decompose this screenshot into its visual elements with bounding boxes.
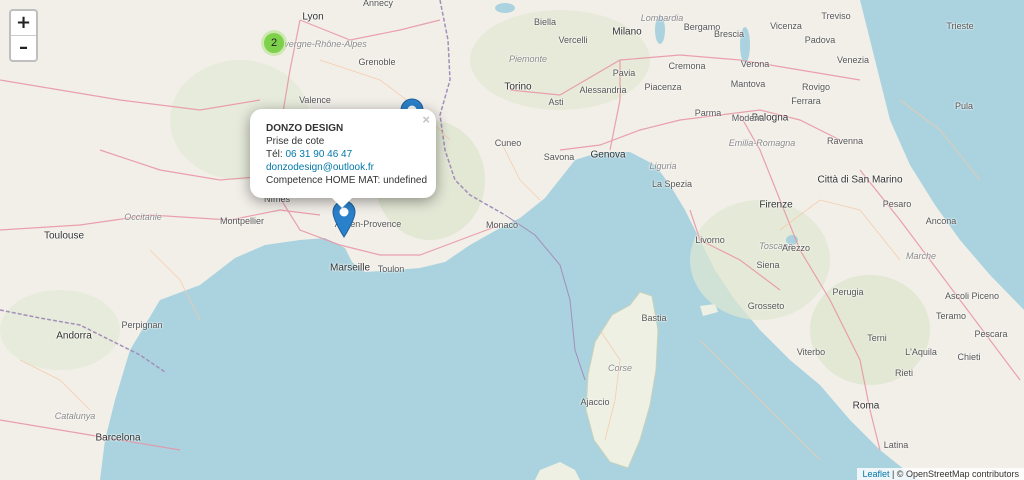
- osm-attribution: | © OpenStreetMap contributors: [889, 469, 1019, 479]
- label-liguria: Liguria: [649, 161, 677, 171]
- label-grenoble: Grenoble: [358, 57, 396, 67]
- label-livorno: Livorno: [695, 235, 725, 245]
- label-asti: Asti: [548, 97, 564, 107]
- label-rovigo: Rovigo: [801, 82, 831, 92]
- label-chieti: Chieti: [957, 352, 981, 362]
- label-marseille: Marseille: [329, 262, 371, 274]
- label-roma: Roma: [852, 400, 880, 412]
- label-terni: Terni: [867, 333, 887, 343]
- popup-phone-link[interactable]: 06 31 90 46 47: [285, 149, 352, 160]
- label-perugia: Perugia: [832, 287, 864, 297]
- label-cuneo: Cuneo: [494, 138, 522, 148]
- label-corse: Corse: [607, 363, 633, 373]
- label-mantova: Mantova: [730, 79, 766, 89]
- label-modena: Modena: [731, 113, 765, 123]
- popup-competence: Competence HOME MAT: undefined: [266, 175, 428, 186]
- label-milano: Milano: [612, 26, 642, 38]
- label-annecy: Annecy: [362, 0, 394, 8]
- label-vercelli: Vercelli: [558, 35, 588, 45]
- label-valence: Valence: [299, 95, 331, 105]
- popup-phone-row: Tél: 06 31 90 46 47: [266, 148, 427, 161]
- zoom-out-button[interactable]: –: [11, 35, 36, 60]
- label-laquila: L'Aquila: [905, 347, 937, 357]
- label-sanmarino: Città di San Marino: [817, 174, 903, 186]
- label-torino: Torino: [504, 81, 532, 93]
- label-venezia: Venezia: [836, 55, 870, 65]
- label-treviso: Treviso: [821, 11, 851, 21]
- label-andorra: Andorra: [56, 330, 92, 342]
- label-siena: Siena: [756, 260, 780, 270]
- label-toulon: Toulon: [377, 264, 405, 274]
- label-grosseto: Grosseto: [747, 301, 785, 311]
- label-pavia: Pavia: [612, 68, 636, 78]
- label-ascoli: Ascoli Piceno: [944, 291, 1000, 301]
- label-latina: Latina: [883, 440, 909, 450]
- label-pesaro: Pesaro: [882, 199, 912, 209]
- label-ravenna: Ravenna: [826, 136, 864, 146]
- label-firenze: Firenze: [759, 199, 793, 211]
- label-barcelona: Barcelona: [95, 432, 141, 444]
- label-lombardia: Lombardia: [640, 13, 684, 23]
- label-bastia: Bastia: [641, 313, 667, 323]
- label-teramo: Teramo: [935, 311, 967, 321]
- map[interactable]: Lyon Annecy Auvergne-Rhône-Alpes Grenobl…: [0, 0, 1024, 480]
- label-toulouse: Toulouse: [43, 230, 85, 242]
- popup-tip: [332, 198, 352, 208]
- label-ferrara: Ferrara: [791, 96, 821, 106]
- label-savona: Savona: [543, 152, 575, 162]
- label-trieste: Trieste: [946, 21, 974, 31]
- popup-content: DONZO DESIGN Prise de cote Tél: 06 31 90…: [266, 122, 427, 187]
- marker-popup: × DONZO DESIGN Prise de cote Tél: 06 31 …: [250, 109, 436, 208]
- label-lyon: Lyon: [302, 11, 324, 23]
- label-montpellier: Montpellier: [219, 216, 265, 226]
- label-parma: Parma: [694, 108, 722, 118]
- popup-phone-prefix: Tél:: [266, 149, 286, 160]
- label-padova: Padova: [804, 35, 836, 45]
- label-pescara: Pescara: [974, 329, 1008, 339]
- label-catalunya: Catalunya: [54, 411, 96, 421]
- label-monaco: Monaco: [485, 220, 519, 230]
- zoom-control: + –: [9, 9, 38, 62]
- cluster-count: 2: [264, 33, 284, 53]
- label-brescia: Brescia: [713, 29, 745, 39]
- label-verona: Verona: [740, 59, 770, 69]
- label-cremona: Cremona: [668, 61, 706, 71]
- label-emilia: Emilia-Romagna: [728, 138, 796, 148]
- popup-email-link[interactable]: donzodesign@outlook.fr: [266, 162, 374, 173]
- label-biella: Biella: [533, 17, 557, 27]
- marker-cluster[interactable]: 2: [261, 30, 287, 56]
- label-occitanie: Occitanie: [124, 212, 162, 222]
- label-alessandria: Alessandria: [579, 85, 627, 95]
- label-rieti: Rieti: [894, 368, 914, 378]
- label-pula: Pula: [954, 101, 974, 111]
- label-ancona: Ancona: [925, 216, 957, 226]
- label-auvergne: Auvergne-Rhône-Alpes: [273, 39, 367, 49]
- label-piacenza: Piacenza: [644, 82, 682, 92]
- zoom-in-button[interactable]: +: [11, 11, 36, 35]
- label-arezzo: Arezzo: [781, 243, 811, 253]
- attribution: Leaflet | © OpenStreetMap contributors: [857, 468, 1024, 480]
- label-ajaccio: Ajaccio: [580, 397, 610, 407]
- label-viterbo: Viterbo: [796, 347, 826, 357]
- label-laspezia: La Spezia: [651, 179, 693, 189]
- leaflet-link[interactable]: Leaflet: [862, 469, 889, 479]
- popup-line1: Prise de cote: [266, 136, 325, 147]
- label-marche: Marche: [905, 251, 937, 261]
- label-perpignan: Perpignan: [121, 320, 163, 330]
- label-piemonte: Piemonte: [508, 54, 548, 64]
- popup-title: DONZO DESIGN: [266, 123, 344, 134]
- label-vicenza: Vicenza: [770, 21, 802, 31]
- label-genova: Genova: [590, 149, 626, 161]
